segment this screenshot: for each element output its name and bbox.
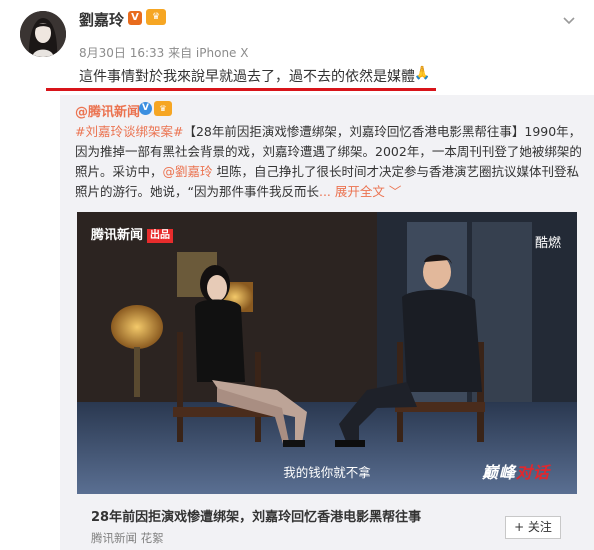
retweet-member-badge-icon: ♛ — [154, 101, 172, 116]
retweet-verified-badge: V — [139, 102, 152, 115]
chevron-down-icon[interactable] — [561, 13, 577, 29]
video-frame — [77, 212, 577, 494]
program-brand-main: 巅峰 — [482, 463, 517, 482]
post-meta: 8月30日 16:33 来自 iPhone X — [79, 46, 249, 60]
program-brand: 巅峰对话 — [482, 459, 550, 483]
video-player[interactable]: 腾讯新闻 出品 酷燃 我的钱你就不拿 巅峰对话 — [77, 212, 577, 494]
retweet-body: #刘嘉玲谈绑架案#【28年前因拒演戏惨遭绑架，刘嘉玲回忆香港电影黑帮往事】199… — [75, 122, 587, 202]
verified-badge: V — [128, 11, 142, 25]
post-text: 這件事情對於我來說早就過去了，過不去的依然是媒體 — [79, 69, 415, 85]
program-brand-accent: 对话 — [516, 463, 551, 482]
preview-title[interactable]: 28年前因拒演戏惨遭绑架，刘嘉玲回忆香港电影黑帮往事 — [91, 506, 421, 525]
follow-button[interactable]: + 关注 — [505, 516, 561, 539]
pray-emoji-icon: 🙏 — [414, 66, 431, 81]
video-logo-text: 腾讯新闻 — [91, 228, 144, 243]
expand-link[interactable]: ... 展开全文 ﹀ — [319, 184, 401, 199]
username[interactable]: 劉嘉玲 — [79, 9, 124, 30]
retweet-author[interactable]: @腾讯新闻 — [75, 101, 140, 120]
mention-link[interactable]: @劉嘉玲 — [163, 164, 213, 179]
video-logo-tag: 出品 — [147, 229, 174, 243]
hashtag-link[interactable]: #刘嘉玲谈绑架案# — [75, 124, 183, 139]
member-badge-icon: ♛ — [146, 9, 166, 25]
highlight-underline — [46, 88, 436, 91]
video-logo: 腾讯新闻 出品 — [91, 224, 174, 243]
kuran-watermark: 酷燃 — [534, 236, 561, 251]
avatar[interactable] — [20, 11, 66, 57]
preview-source: 腾讯新闻 花絮 — [91, 531, 164, 545]
